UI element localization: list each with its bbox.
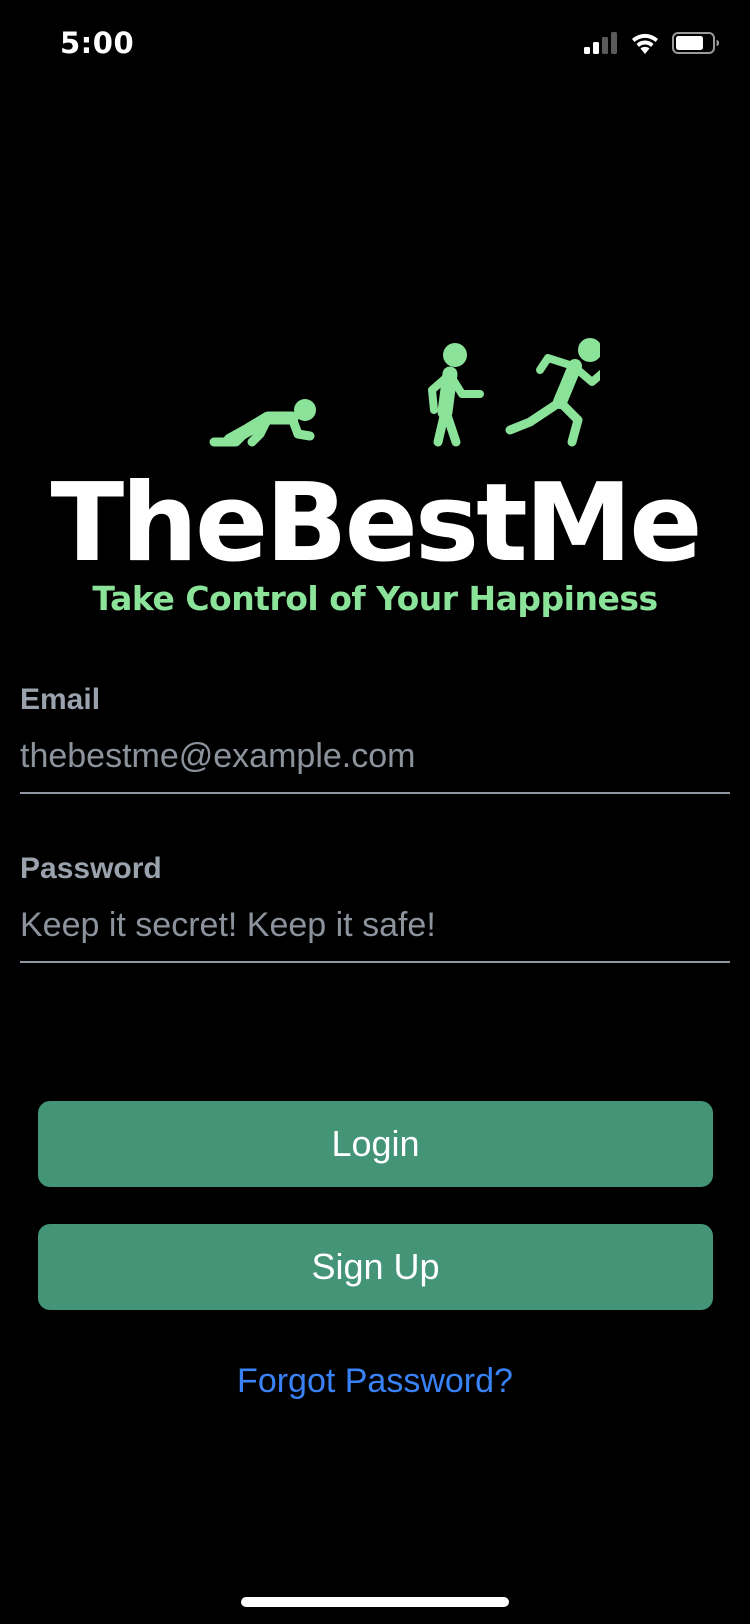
running-person-icon [505,338,624,447]
cellular-signal-icon [584,32,618,59]
forgot-password-link[interactable]: Forgot Password? [0,1362,750,1401]
password-label: Password [20,852,162,885]
home-indicator[interactable] [241,1597,509,1607]
email-label: Email [20,683,101,716]
logo-tagline: Take Control of Your Happiness [92,579,658,618]
status-time: 5:00 [60,26,135,60]
password-field-group: Password [20,852,730,963]
signup-button[interactable]: Sign Up [38,1224,713,1310]
logo-figures [180,330,624,465]
logo-title: TheBestMe [50,461,702,586]
email-field-group: Email [20,683,730,794]
password-input[interactable] [20,902,730,963]
status-icons [584,32,720,59]
battery-icon [672,32,720,59]
login-button[interactable]: Login [38,1101,713,1187]
crawling-person-icon [209,399,316,447]
walking-person-icon [428,343,484,447]
wifi-icon [630,32,660,59]
status-bar: 5:00 [0,0,750,90]
email-input[interactable] [20,733,730,794]
app-logo: TheBestMe Take Control of Your Happiness [50,330,703,630]
